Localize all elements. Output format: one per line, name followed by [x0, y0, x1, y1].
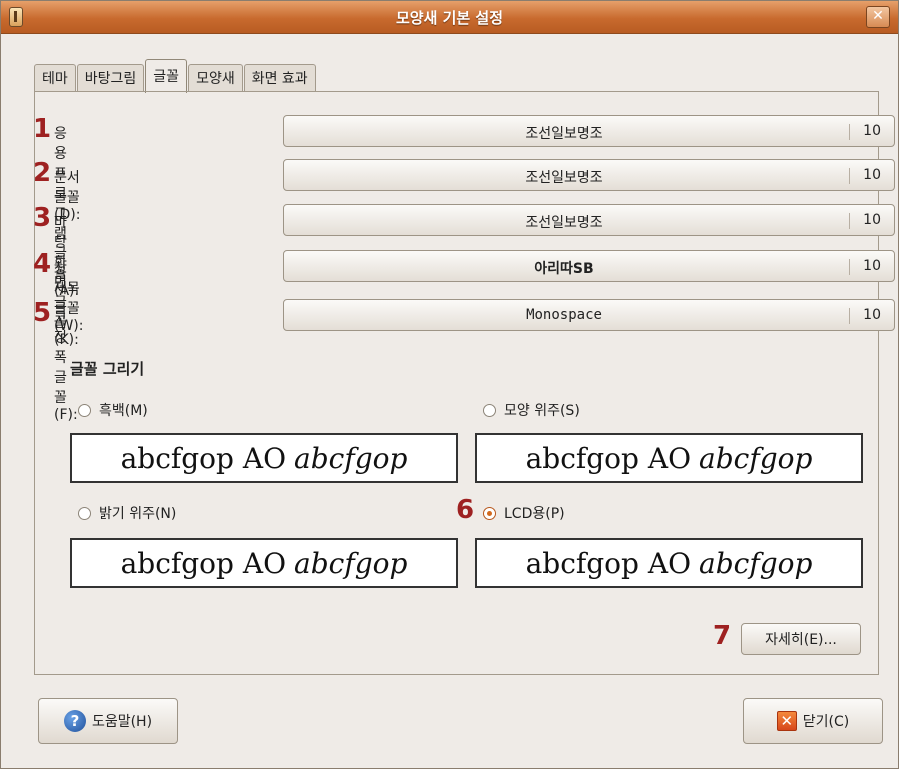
close-icon: ✕: [776, 711, 797, 731]
best-contrast-option[interactable]: 밝기 위주(N): [78, 503, 176, 523]
monochrome-option[interactable]: 흑백(M): [78, 400, 148, 420]
sample-italic-text: abcfgop: [294, 546, 408, 580]
monochrome-label: 흑백(M): [99, 403, 148, 419]
window-close-button[interactable]: ✕: [866, 6, 890, 28]
fixed-width-font-size: 10: [863, 307, 881, 323]
window-title-font-name: 아리따SB: [534, 261, 594, 277]
application-font-button[interactable]: 조선일보명조 10: [283, 115, 895, 147]
sample-italic-text: abcfgop: [699, 441, 813, 475]
fixed-width-font-name: Monospace: [526, 307, 602, 323]
fixed-width-font-button[interactable]: Monospace 10: [283, 299, 895, 331]
appearance-preferences-window: 모양새 기본 설정 ✕ 테마 바탕그림 글꼴 모양새 화면 효과 1 응용프로그…: [0, 0, 899, 769]
tab-background[interactable]: 바탕그림: [76, 64, 145, 92]
tab-visual-effects[interactable]: 화면 효과: [243, 64, 316, 92]
document-font-size: 10: [863, 167, 881, 183]
separator: [849, 308, 850, 324]
annotation-marker-3: 3: [33, 203, 52, 233]
sample-regular-text: abcfgop AO: [120, 441, 287, 475]
sample-regular-text: abcfgop AO: [120, 546, 287, 580]
desktop-font-size: 10: [863, 212, 881, 228]
radio-button[interactable]: [483, 403, 496, 417]
document-font-button[interactable]: 조선일보명조 10: [283, 159, 895, 191]
annotation-marker-2: 2: [33, 158, 52, 188]
separator: [849, 259, 850, 275]
desktop-font-button[interactable]: 조선일보명조 10: [283, 204, 895, 236]
best-shapes-option[interactable]: 모양 위주(S): [483, 400, 580, 420]
radio-button[interactable]: [78, 506, 91, 520]
annotation-marker-4: 4: [33, 249, 52, 279]
details-button[interactable]: 자세히(E)...: [741, 623, 861, 655]
tab-fonts[interactable]: 글꼴: [145, 59, 188, 93]
help-button[interactable]: ? 도움말(H): [38, 698, 178, 744]
tab-theme[interactable]: 테마: [34, 64, 76, 92]
annotation-marker-5: 5: [33, 298, 52, 328]
desktop-font-name: 조선일보명조: [525, 215, 603, 231]
annotation-marker-7: 7: [713, 621, 732, 651]
document-font-name: 조선일보명조: [525, 170, 603, 186]
sample-regular-text: abcfgop AO: [525, 441, 692, 475]
tab-bar: 테마 바탕그림 글꼴 모양새 화면 효과: [34, 58, 317, 93]
window-title-font-size: 10: [863, 258, 881, 274]
best-contrast-preview[interactable]: abcfgop AO abcfgop: [70, 538, 458, 588]
font-rendering-heading: 글꼴 그리기: [70, 360, 145, 378]
radio-button[interactable]: [78, 403, 91, 417]
subpixel-lcd-option[interactable]: LCD용(P): [483, 503, 565, 523]
title-bar[interactable]: 모양새 기본 설정 ✕: [1, 1, 898, 34]
separator: [849, 168, 850, 184]
help-label: 도움말(H): [91, 714, 153, 730]
help-icon: ?: [63, 710, 86, 732]
application-font-size: 10: [863, 123, 881, 139]
sample-regular-text: abcfgop AO: [525, 546, 692, 580]
window-title: 모양새 기본 설정: [395, 9, 504, 27]
separator: [849, 213, 850, 229]
monochrome-preview[interactable]: abcfgop AO abcfgop: [70, 433, 458, 483]
annotation-marker-6: 6: [456, 495, 475, 525]
best-contrast-label: 밝기 위주(N): [99, 506, 177, 522]
application-font-name: 조선일보명조: [525, 126, 603, 142]
sample-italic-text: abcfgop: [294, 441, 408, 475]
close-button[interactable]: ✕ 닫기(C): [743, 698, 883, 744]
sample-italic-text: abcfgop: [699, 546, 813, 580]
window-title-font-button[interactable]: 아리따SB 10: [283, 250, 895, 282]
radio-button-selected[interactable]: [483, 506, 496, 520]
separator: [849, 124, 850, 140]
best-shapes-label: 모양 위주(S): [504, 403, 580, 419]
close-label: 닫기(C): [802, 714, 850, 730]
best-shapes-preview[interactable]: abcfgop AO abcfgop: [475, 433, 863, 483]
subpixel-lcd-label: LCD용(P): [504, 506, 565, 522]
tab-interface[interactable]: 모양새: [188, 64, 243, 92]
annotation-marker-1: 1: [33, 114, 52, 144]
subpixel-lcd-preview[interactable]: abcfgop AO abcfgop: [475, 538, 863, 588]
